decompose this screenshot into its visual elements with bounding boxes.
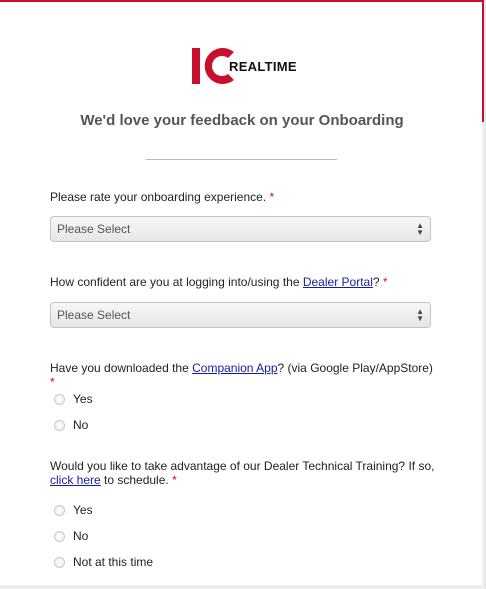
- page-title: We'd love your feedback on your Onboardi…: [80, 112, 404, 129]
- option-label: Not at this time: [73, 555, 154, 569]
- radio-button[interactable]: [54, 504, 65, 516]
- question-text: Please rate your onboarding experience.: [50, 190, 270, 204]
- option-label: Yes: [73, 503, 93, 517]
- rating-select[interactable]: Please Select ▲ ▼: [50, 216, 431, 242]
- training-option-yes[interactable]: Yes: [54, 503, 93, 517]
- question-text: Have you downloaded the: [50, 361, 193, 375]
- question-confidence-label: How confident are you at logging into/us…: [50, 275, 440, 289]
- option-label: Yes: [73, 392, 93, 406]
- option-label: No: [73, 529, 89, 543]
- select-arrows-icon: ▲ ▼: [416, 307, 424, 323]
- confidence-select[interactable]: Please Select ▲ ▼: [50, 302, 431, 328]
- required-asterisk: *: [50, 375, 55, 389]
- radio-button[interactable]: [54, 530, 65, 542]
- form-page: REALTIME We'd love your feedback on your…: [0, 0, 484, 589]
- bottom-edge: [0, 585, 484, 589]
- required-asterisk: *: [269, 190, 275, 204]
- question-text-suffix: ?: [372, 275, 383, 289]
- select-arrows-icon: ▲ ▼: [416, 221, 424, 237]
- click-here-link[interactable]: click here: [50, 473, 101, 487]
- radio-button[interactable]: [54, 393, 65, 405]
- question-text-suffix: ? (via Google Play/AppStore): [277, 361, 433, 375]
- logo-wordmark: REALTIME: [229, 58, 297, 74]
- radio-button[interactable]: [54, 419, 65, 431]
- option-label: No: [73, 418, 89, 432]
- companion-app-option-no[interactable]: No: [54, 418, 88, 432]
- companion-app-link[interactable]: Companion App: [192, 361, 277, 375]
- dealer-portal-link[interactable]: Dealer Portal: [303, 275, 373, 289]
- question-companion-app-label: Have you downloaded the Companion App? (…: [50, 361, 440, 389]
- training-option-not-at-this-time[interactable]: Not at this time: [54, 555, 153, 569]
- ic-realtime-logo: REALTIME: [192, 46, 297, 86]
- question-text-suffix: to schedule.: [100, 473, 173, 487]
- required-asterisk: *: [172, 473, 177, 487]
- question-rating-label: Please rate your onboarding experience. …: [50, 190, 440, 204]
- select-value: Please Select: [57, 308, 131, 322]
- radio-button[interactable]: [54, 556, 65, 568]
- required-asterisk: *: [382, 275, 388, 289]
- divider: [146, 159, 337, 160]
- companion-app-option-yes[interactable]: Yes: [54, 392, 93, 406]
- question-text: How confident are you at logging into/us…: [50, 275, 303, 289]
- question-text: Would you like to take advantage of our …: [50, 459, 435, 473]
- training-option-no[interactable]: No: [54, 529, 88, 543]
- select-value: Please Select: [57, 222, 131, 236]
- question-training-label: Would you like to take advantage of our …: [50, 459, 440, 487]
